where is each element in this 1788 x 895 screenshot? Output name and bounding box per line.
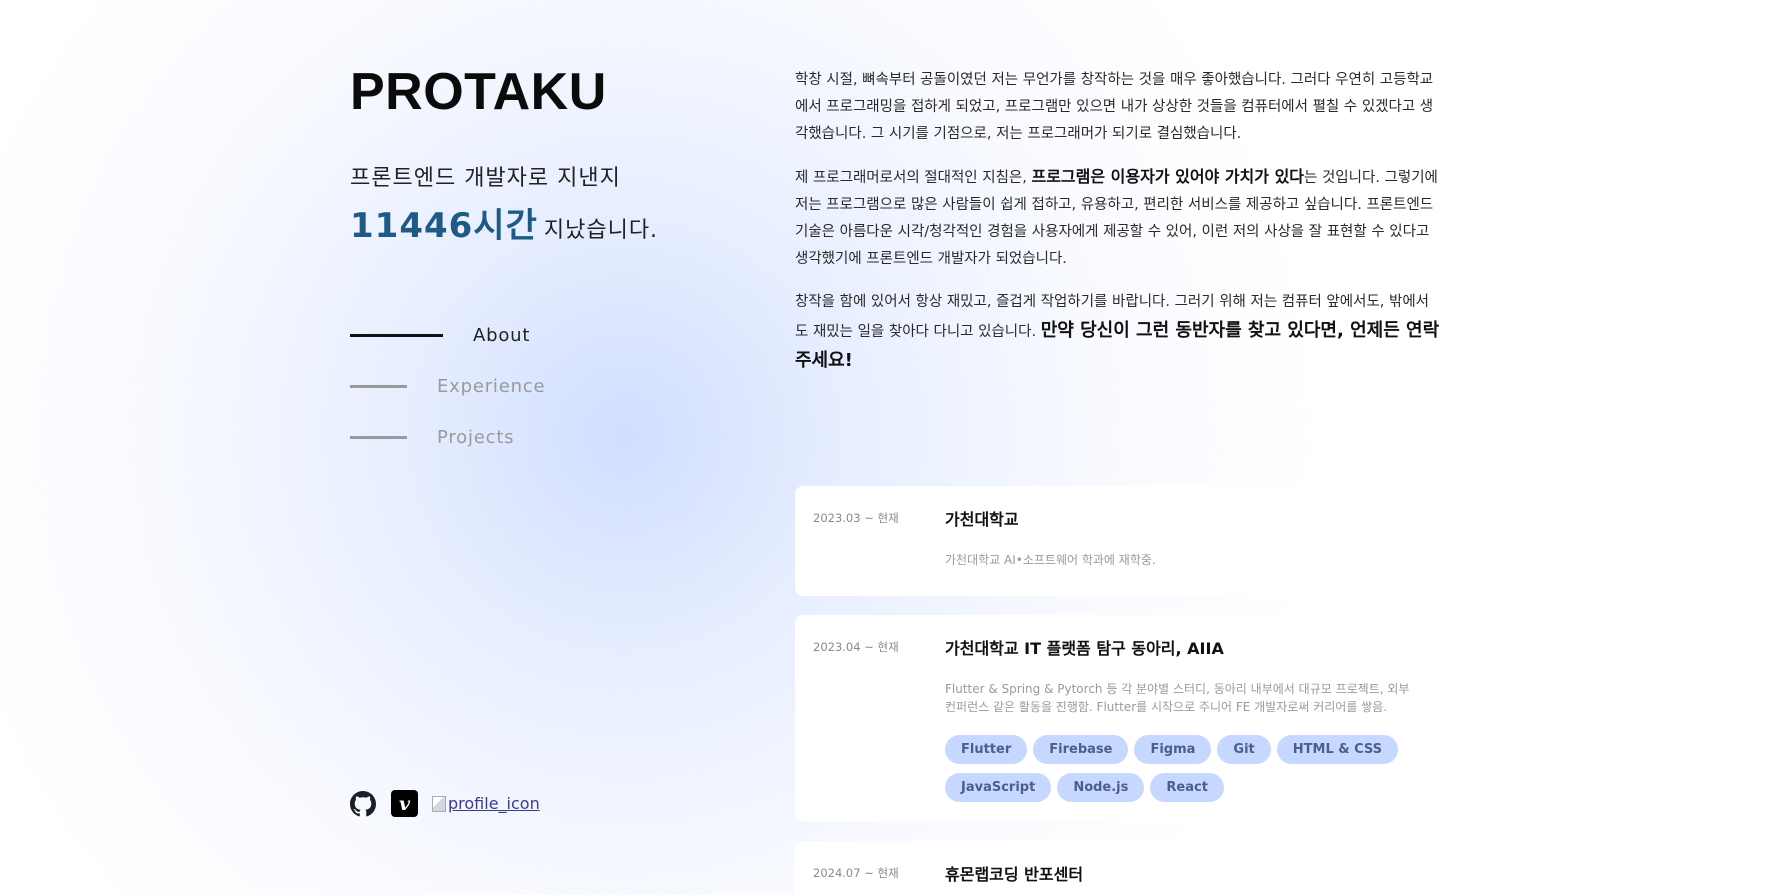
experience-desc: Flutter & Spring & Pytorch 등 각 분야별 스터디, …	[945, 682, 1410, 714]
brand-logo[interactable]: PROTAKU	[350, 62, 607, 122]
nav-indicator	[350, 334, 443, 337]
intro-line: 프론트엔드 개발자로 지낸지	[350, 166, 621, 191]
experience-date: 2024.07 ~ 현재	[813, 866, 899, 880]
nav-indicator	[350, 385, 407, 388]
experience-date: 2023.04 ~ 현재	[813, 640, 899, 654]
experience-date: 2023.03 ~ 현재	[813, 511, 899, 525]
about-paragraph-1: 학창 시절, 뼈속부터 공돌이였던 저는 무언가를 창작하는 것을 매우 좋아했…	[795, 72, 1434, 142]
section-nav: About Experience Projects	[350, 310, 545, 463]
experience-card[interactable]: 2024.07 ~ 현재 휴몬랩코딩 반포센터	[795, 841, 1440, 895]
experience-card[interactable]: 2023.04 ~ 현재 가천대학교 IT 플랫폼 탐구 동아리, AIIA F…	[795, 615, 1440, 821]
intro-hours-line: 11446시간 지났습니다.	[350, 198, 658, 247]
nav-item-experience[interactable]: Experience	[350, 361, 545, 412]
about-paragraph-2: 제 프로그래머로서의 절대적인 지침은, 프로그램은 이용자가 있어야 가치가 …	[795, 163, 1440, 273]
experience-title: 가천대학교	[945, 510, 1019, 529]
about-p2-bold: 프로그램은 이용자가 있어야 가치가 있다	[1031, 167, 1305, 186]
experience-title: 가천대학교 IT 플랫폼 탐구 동아리, AIIA	[945, 639, 1224, 658]
tech-tag: Firebase	[1033, 735, 1129, 764]
about-p2-pre: 제 프로그래머로서의 절대적인 지침은,	[795, 170, 1032, 186]
velog-icon[interactable]: v	[391, 790, 418, 817]
nav-label: Projects	[437, 427, 515, 448]
tech-tag: Figma	[1134, 735, 1212, 764]
experience-title: 휴몬랩코딩 반포센터	[945, 865, 1084, 884]
nav-item-projects[interactable]: Projects	[350, 412, 545, 463]
tech-tag: Flutter	[945, 735, 1028, 764]
social-links: v profile_icon	[350, 790, 540, 817]
profile-icon-alt: profile_icon	[448, 794, 540, 813]
profile-icon[interactable]: profile_icon	[432, 794, 540, 813]
sidebar: PROTAKU 프론트엔드 개발자로 지낸지 11446시간 지났습니다. Abo…	[350, 0, 750, 895]
nav-item-about[interactable]: About	[350, 310, 545, 361]
tech-tag: JavaScript	[945, 773, 1052, 802]
github-icon[interactable]	[350, 790, 376, 817]
hours-counter: 11446시간	[350, 206, 538, 246]
nav-indicator	[350, 436, 407, 439]
tech-tag: React	[1150, 773, 1224, 802]
velog-letter: v	[398, 792, 411, 815]
broken-image-icon	[432, 795, 446, 812]
tech-tag: HTML & CSS	[1276, 735, 1399, 764]
experience-desc: 가천대학교 AI•소프트웨어 학과에 재학중.	[945, 553, 1156, 567]
tech-tag: Node.js	[1057, 773, 1145, 802]
nav-label: Experience	[437, 376, 546, 397]
tech-tag: Git	[1217, 735, 1271, 764]
tech-tags: Flutter Firebase Figma Git HTML & CSS Ja…	[945, 735, 1415, 802]
intro-rest: 지났습니다.	[543, 218, 659, 243]
experience-card[interactable]: 2023.03 ~ 현재 가천대학교 가천대학교 AI•소프트웨어 학과에 재학…	[795, 486, 1440, 596]
about-paragraph-3: 창작을 함에 있어서 항상 재밌고, 즐겁게 작업하기를 바랍니다. 그러기 위…	[795, 289, 1440, 376]
nav-label: About	[473, 325, 531, 346]
